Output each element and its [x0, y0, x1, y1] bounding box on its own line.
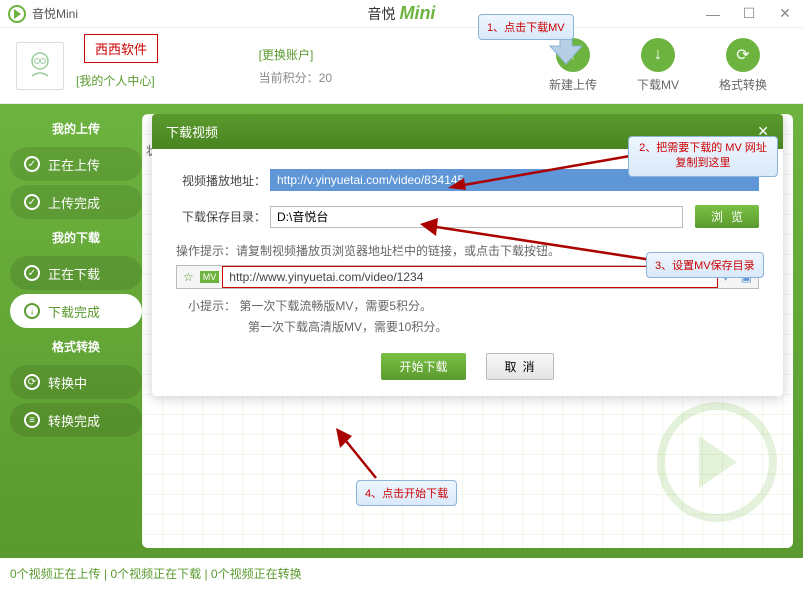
callout-3: 3、设置MV保存目录 [646, 252, 764, 278]
save-dir-label: 下载保存目录： [176, 208, 266, 225]
my-center-link[interactable]: [我的个人中心] [76, 72, 155, 89]
sidebar-item-uploading[interactable]: ✓正在上传 [10, 147, 142, 181]
spin-icon: ⟳ [24, 374, 40, 390]
sidebar-item-upload-done[interactable]: ✓上传完成 [10, 185, 142, 219]
check-icon: ✓ [24, 265, 40, 281]
download-icon: ↓ [641, 38, 675, 72]
sidebar-group-upload: 我的上传 [10, 114, 142, 143]
star-icon: ☆ [177, 270, 200, 284]
maximize-button[interactable]: ☐ [739, 4, 759, 24]
start-download-button[interactable]: 开始下载 [381, 353, 465, 380]
browse-button[interactable]: 浏览 [695, 205, 759, 228]
brand-title: 音悦 Mini [368, 3, 436, 24]
close-button[interactable]: ✕ [775, 4, 795, 24]
callout-1: 1、点击下载MV [478, 14, 574, 40]
dialog-title: 下载视频 [166, 122, 218, 141]
statusbar: 0个视频正在上传 | 0个视频正在下载 | 0个视频正在转换 [0, 558, 803, 588]
watermark-play-icon [657, 402, 777, 522]
small-hint-1: 小提示： 第一次下载流畅版MV，需要5积分。 [176, 297, 759, 314]
sidebar: 我的上传 ✓正在上传 ✓上传完成 我的下载 ✓正在下载 ↓下载完成 格式转换 ⟳… [10, 114, 142, 548]
list-icon: ≡ [24, 412, 40, 428]
video-url-label: 视频播放地址： [176, 172, 266, 189]
cancel-button[interactable]: 取消 [486, 353, 554, 380]
callout-4: 4、点击开始下载 [356, 480, 457, 506]
sidebar-group-convert: 格式转换 [10, 332, 142, 361]
download-done-icon: ↓ [24, 303, 40, 319]
app-logo-icon [8, 5, 26, 23]
content-panel: 状 下载视频 ✕ 视频播放地址： 下载保存目录： 浏览 操作提示：请复制视频播放… [142, 114, 793, 548]
xisi-label: 西西软件 [84, 34, 158, 63]
format-convert-button[interactable]: ⟳ 格式转换 [719, 38, 767, 93]
check-icon: ✓ [24, 194, 40, 210]
small-hint-2: 第一次下载高清版MV，需要10积分。 [176, 318, 759, 335]
save-dir-input[interactable] [270, 206, 683, 228]
minimize-button[interactable]: — [703, 4, 723, 24]
callout-2: 2、把需要下载的 MV 网址复制到这里 [628, 136, 778, 177]
points-display: 当前积分：20 [259, 69, 332, 86]
titlebar: 音悦Mini 音悦 Mini — ☐ ✕ [0, 0, 803, 28]
convert-icon: ⟳ [726, 38, 760, 72]
upload-icon: ↑ [556, 38, 590, 72]
example-url-input[interactable] [223, 267, 716, 287]
check-icon: ✓ [24, 156, 40, 172]
mv-badge: MV [200, 271, 220, 283]
sidebar-group-download: 我的下载 [10, 223, 142, 252]
download-mv-button[interactable]: ↓ 下载MV [637, 38, 679, 93]
switch-account-link[interactable]: [更换账户] [259, 46, 332, 63]
header: 西西软件 [我的个人中心] [更换账户] 当前积分：20 ↑ 新建上传 ↓ 下载… [0, 28, 803, 104]
sidebar-item-downloading[interactable]: ✓正在下载 [10, 256, 142, 290]
sidebar-item-convert-done[interactable]: ≡转换完成 [10, 403, 142, 437]
sidebar-item-download-done[interactable]: ↓下载完成 [10, 294, 142, 328]
new-upload-button[interactable]: ↑ 新建上传 [549, 38, 597, 93]
avatar [16, 42, 64, 90]
sidebar-item-converting[interactable]: ⟳转换中 [10, 365, 142, 399]
app-name: 音悦Mini [32, 5, 78, 22]
